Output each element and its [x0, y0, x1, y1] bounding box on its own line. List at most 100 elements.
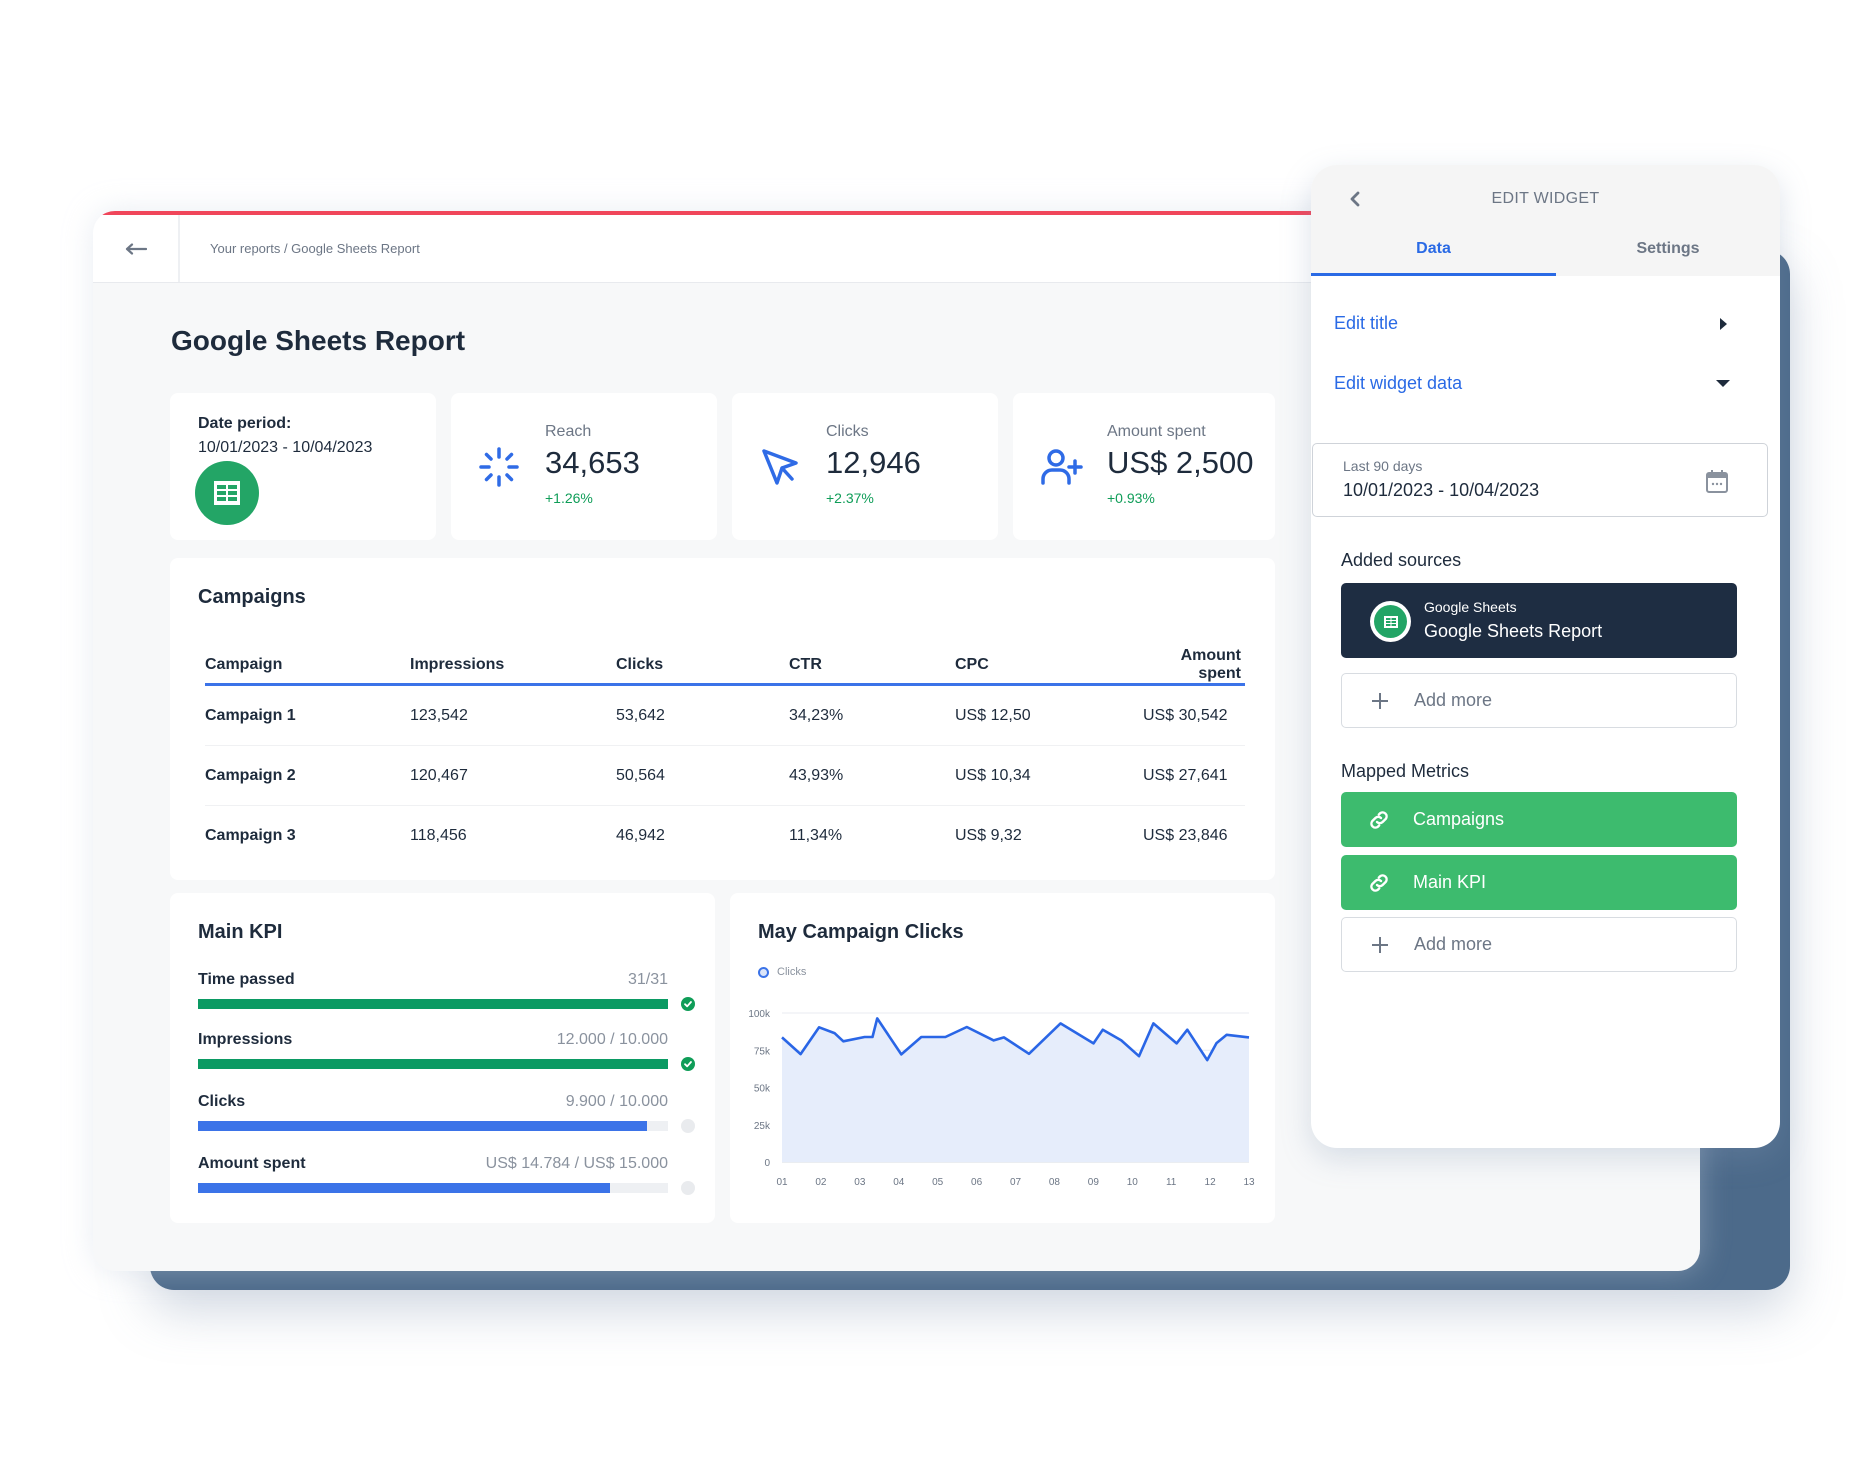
chart-title: May Campaign Clicks	[758, 921, 964, 943]
metric-delta: +1.26%	[545, 490, 593, 506]
x-tick-label: 06	[971, 1177, 983, 1188]
table-row: Campaign 2 120,467 50,564 43,93% US$ 10,…	[205, 746, 1245, 806]
main-kpi-title: Main KPI	[198, 921, 283, 943]
y-tick-label: 75k	[754, 1046, 771, 1057]
date-period-label: Date period:	[198, 415, 292, 432]
kpi-row-head: Time passed 31/31	[198, 971, 668, 989]
column-header[interactable]: CPC	[955, 656, 1143, 674]
check-circle-icon	[681, 997, 695, 1011]
kpi-progress-bar	[198, 1059, 668, 1069]
metric-label: Amount spent	[1107, 423, 1206, 440]
kpi-progress-fill	[198, 999, 668, 1009]
add-metric-label: Add more	[1414, 934, 1493, 954]
metric-card-amount-spent[interactable]: Amount spent US$ 2,500 +0.93%	[1013, 393, 1275, 540]
pending-dot-icon	[681, 1119, 695, 1133]
calendar-icon[interactable]	[1705, 468, 1729, 494]
x-tick-label: 02	[815, 1177, 827, 1188]
mapped-metric-main-kpi[interactable]: Main KPI	[1341, 855, 1737, 910]
x-tick-label: 11	[1166, 1177, 1177, 1188]
tab-data[interactable]: Data	[1311, 240, 1556, 258]
metric-card-reach[interactable]: Reach 34,653 +1.26%	[451, 393, 717, 540]
link-icon	[1370, 873, 1388, 892]
x-tick-label: 08	[1049, 1177, 1061, 1188]
caret-down-icon	[1716, 380, 1730, 387]
date-period-card: Date period: 10/01/2023 - 10/04/2023	[170, 393, 436, 540]
plus-icon	[1372, 692, 1388, 709]
kpi-value: 12.000 / 10.000	[556, 1031, 668, 1048]
x-tick-label: 07	[1010, 1177, 1022, 1188]
table-cell: 34,23%	[789, 706, 844, 724]
user-plus-icon	[1041, 449, 1083, 485]
mapped-metric-label: Main KPI	[1413, 872, 1487, 892]
table-cell: Campaign 3	[205, 827, 296, 844]
edit-title-label: Edit title	[1334, 313, 1399, 333]
source-item[interactable]: Google Sheets Google Sheets Report	[1341, 583, 1737, 658]
add-source-button[interactable]: Add more	[1341, 673, 1737, 728]
table-cell: US$ 27,641	[1143, 766, 1228, 784]
campaigns-title: Campaigns	[198, 586, 306, 608]
back-button[interactable]	[93, 215, 180, 282]
clicks-chart-widget[interactable]: May Campaign Clicks Clicks 0 25k 50k 75k 100…	[730, 893, 1275, 1223]
kpi-name: Amount spent	[198, 1155, 306, 1172]
kpi-row-head: Impressions 12.000 / 10.000	[198, 1031, 668, 1049]
table-cell: US$ 30,542	[1143, 706, 1228, 724]
pending-dot-icon	[681, 1181, 695, 1195]
mapped-metric-label: Campaigns	[1413, 809, 1505, 829]
column-header[interactable]: Amount spent	[1143, 647, 1245, 683]
kpi-progress-bar	[198, 1121, 668, 1131]
tab-settings[interactable]: Settings	[1556, 240, 1780, 258]
date-period-value: 10/01/2023 - 10/04/2023	[198, 439, 373, 456]
date-range-label: Last 90 days	[1343, 458, 1423, 474]
kpi-row: Clicks 9.900 / 10.000	[198, 1093, 698, 1153]
table-cell: 118,456	[410, 827, 467, 844]
kpi-progress-bar	[198, 1183, 668, 1193]
add-metric-button[interactable]: Add more	[1341, 917, 1737, 972]
table-cell: 50,564	[616, 766, 665, 784]
table-cell: US$ 9,32	[955, 827, 1022, 844]
table-cell: US$ 12,50	[955, 706, 1031, 724]
spinner-burst-icon	[479, 447, 519, 487]
added-sources-label: Added sources	[1341, 550, 1462, 570]
kpi-row: Impressions 12.000 / 10.000	[198, 1031, 698, 1091]
edit-widget-panel: EDIT WIDGET Data Settings Edit title Edi…	[1311, 165, 1780, 1148]
x-tick-label: 03	[854, 1177, 866, 1188]
kpi-row-head: Amount spent US$ 14.784 / US$ 15.000	[198, 1155, 668, 1173]
column-header[interactable]: CTR	[789, 656, 955, 674]
panel-title: EDIT WIDGET	[1491, 190, 1600, 207]
page-title: Google Sheets Report	[171, 325, 466, 356]
x-tick-label: 13	[1243, 1177, 1255, 1188]
column-header[interactable]: Clicks	[616, 656, 789, 674]
column-header[interactable]: Impressions	[410, 656, 616, 674]
table-header-row: Campaign Impressions Clicks CTR CPC Amou…	[205, 646, 1245, 686]
date-range-value: 10/01/2023 - 10/04/2023	[1343, 480, 1540, 500]
table-cell: 123,542	[410, 706, 468, 724]
column-header[interactable]: Campaign	[205, 656, 410, 674]
metric-value: 34,653	[545, 445, 640, 480]
kpi-progress-fill	[198, 1121, 648, 1131]
source-provider: Google Sheets	[1424, 599, 1517, 615]
campaigns-table: Campaign Impressions Clicks CTR CPC Amou…	[205, 646, 1245, 866]
date-range-picker[interactable]: Last 90 days 10/01/2023 - 10/04/2023	[1312, 443, 1768, 517]
table-row: Campaign 3 118,456 46,942 11,34% US$ 9,3…	[205, 806, 1245, 866]
campaigns-widget[interactable]: Campaigns Campaign Impressions Clicks CT…	[170, 558, 1275, 880]
clicks-area-chart: 0 25k 50k 75k 100k 01 02 03 04 05 06 07 08 09 10 11 12 13	[748, 1009, 1255, 1188]
google-sheets-icon	[1370, 601, 1411, 642]
x-tick-label: 12	[1205, 1177, 1217, 1188]
breadcrumb[interactable]: Your reports / Google Sheets Report	[210, 241, 420, 256]
metric-label: Reach	[545, 423, 592, 440]
y-tick-label: 100k	[748, 1009, 771, 1020]
link-icon	[1370, 810, 1388, 829]
table-cell: 46,942	[616, 827, 665, 844]
cursor-arrow-icon	[762, 449, 798, 485]
chart-legend[interactable]: Clicks	[758, 966, 806, 978]
y-tick-label: 0	[764, 1158, 770, 1169]
edit-widget-data-row[interactable]: Edit widget data	[1334, 373, 1757, 394]
google-sheets-icon	[195, 461, 259, 525]
edit-title-row[interactable]: Edit title	[1334, 313, 1757, 334]
check-circle-icon	[681, 1057, 695, 1071]
metric-card-clicks[interactable]: Clicks 12,946 +2.37%	[732, 393, 998, 540]
kpi-value: 31/31	[627, 971, 668, 988]
main-kpi-widget[interactable]: Main KPI Time passed 31/31 Impressions 12.0…	[170, 893, 715, 1223]
kpi-name: Clicks	[198, 1093, 246, 1110]
mapped-metric-campaigns[interactable]: Campaigns	[1341, 792, 1737, 847]
